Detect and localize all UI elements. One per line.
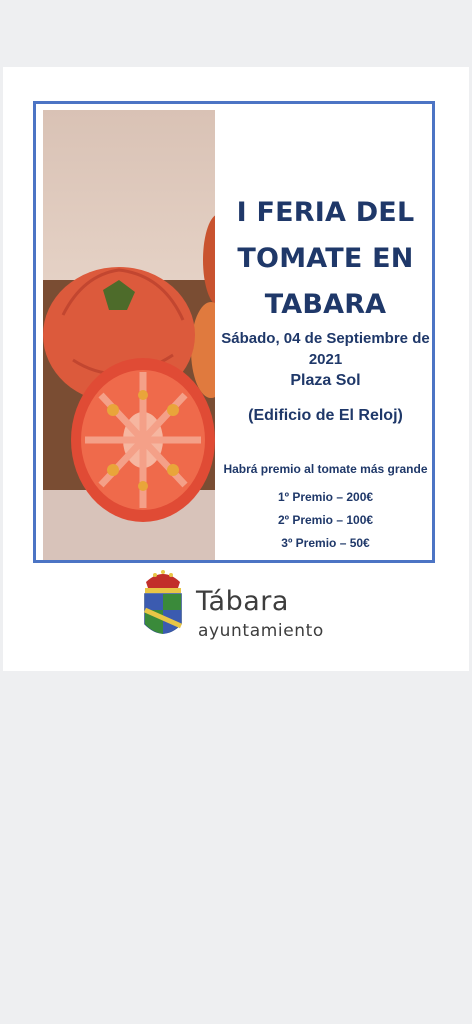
event-place: Plaza Sol [290,372,361,389]
logo-name: Tábara [196,586,289,617]
coat-of-arms-icon [143,570,183,634]
poster-title: I FERIA DEL TOMATE EN TABARA [236,197,415,320]
logo-subtitle: ayuntamiento [198,621,324,641]
prize-second: 2º Premio – 100€ [277,513,374,527]
event-date: Sábado, 04 de Septiembre de 2021 [219,328,432,370]
poster-text: I FERIA DEL TOMATE EN TABARA Sábado, 04 … [219,104,432,560]
tomatoes-photo [43,110,215,560]
event-poster: I FERIA DEL TOMATE EN TABARA Sábado, 04 … [33,101,435,563]
event-date-line2: 2021 [308,351,343,368]
prize-first: 1º Premio – 200€ [277,490,374,504]
event-date-line1: Sábado, 04 de Septiembre de [221,330,430,347]
prize-third: 3º Premio – 50€ [281,536,370,550]
tabara-logo: Tábara ayuntamiento [140,566,340,646]
event-building: (Edificio de El Reloj) [248,407,403,424]
tomatoes-illustration [43,215,215,560]
prize-intro: Habrá premio al tomate más grande [223,462,428,476]
